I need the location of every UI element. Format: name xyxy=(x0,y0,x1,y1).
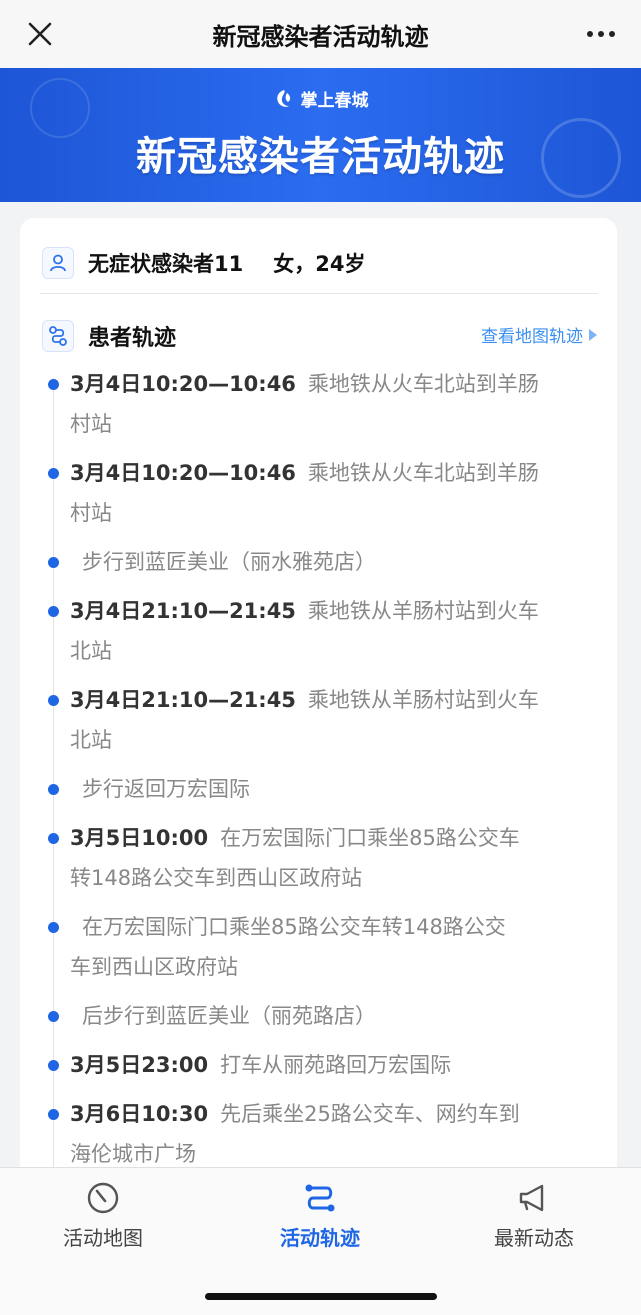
timeline-dot xyxy=(48,695,59,706)
close-icon xyxy=(28,22,52,46)
nav-bar: 新冠感染者活动轨迹 xyxy=(0,0,641,68)
timeline-description: 乘地铁从火车北站到羊肠 xyxy=(307,372,539,396)
timeline-description: 在万宏国际门口乘坐85路公交车 xyxy=(220,826,520,850)
timeline-time: 3月4日21:10—21:45 xyxy=(70,599,296,623)
patient-info: 女，24岁 xyxy=(273,252,366,276)
trajectory-card: 无症状感染者11 女，24岁 患者轨迹 查看地图轨迹 3月4日10:20—10:… xyxy=(20,218,617,1208)
timeline-time: 3月4日10:20—10:46 xyxy=(70,372,296,396)
megaphone-icon xyxy=(519,1184,544,1212)
timeline-time: 3月5日23:00 xyxy=(70,1053,209,1077)
banner-title: 新冠感染者活动轨迹 xyxy=(136,134,505,180)
timeline-time: 3月6日10:30 xyxy=(70,1102,209,1126)
timeline-time: 3月4日21:10—21:45 xyxy=(70,688,296,712)
timeline-text: 在万宏国际门口乘坐85路公交车转148路公交车到西山区政府站 xyxy=(70,907,600,987)
timeline-text: 步行返回万宏国际 xyxy=(70,769,600,809)
timeline-description: 村站 xyxy=(70,412,112,436)
tab-label: 活动轨迹 xyxy=(280,1226,360,1250)
timeline-description: 海伦城市广场 xyxy=(70,1142,196,1166)
timeline-description: 后步行到蓝匠美业（丽苑路店） xyxy=(82,1004,376,1028)
home-indicator xyxy=(205,1293,437,1300)
section-header: 患者轨迹 xyxy=(42,319,176,353)
timeline-description: 转148路公交车到西山区政府站 xyxy=(70,866,363,890)
timeline-description: 车到西山区政府站 xyxy=(70,955,238,979)
timeline-text: 3月6日10:30 先后乘坐25路公交车、网约车到 海伦城市广场 xyxy=(70,1094,600,1174)
timeline-text: 3月4日21:10—21:45 乘地铁从羊肠村站到火车北站 xyxy=(70,591,600,671)
person-icon xyxy=(42,247,74,279)
timeline-time: 3月4日10:20—10:46 xyxy=(70,461,296,485)
timeline-dot xyxy=(48,833,59,844)
timeline-dot xyxy=(48,1011,59,1022)
view-map-link[interactable]: 查看地图轨迹 xyxy=(481,322,597,347)
page-title: 新冠感染者活动轨迹 xyxy=(212,22,429,51)
tab-latest-news[interactable]: 最新动态 xyxy=(434,1180,634,1251)
timeline-text: 步行到蓝匠美业（丽水雅苑店） xyxy=(70,542,600,582)
timeline-time: 3月5日10:00 xyxy=(70,826,209,850)
divider xyxy=(40,293,598,294)
timeline-text: 3月4日10:20—10:46 乘地铁从火车北站到羊肠村站 xyxy=(70,453,600,533)
section-title: 患者轨迹 xyxy=(88,326,177,351)
timeline-description: 乘地铁从羊肠村站到火车 xyxy=(307,688,539,712)
patient-row: 无症状感染者11 女，24岁 xyxy=(42,246,365,280)
timeline-description: 北站 xyxy=(70,728,112,752)
route-icon xyxy=(42,320,74,352)
timeline-description: 步行返回万宏国际 xyxy=(82,777,250,801)
timeline-text: 3月4日10:20—10:46 乘地铁从火车北站到羊肠村站 xyxy=(70,364,600,444)
tab-activity-track[interactable]: 活动轨迹 xyxy=(220,1180,420,1251)
timeline-description: 先后乘坐25路公交车、网约车到 xyxy=(220,1102,520,1126)
close-button[interactable] xyxy=(22,16,58,52)
more-icon xyxy=(587,31,615,37)
more-button[interactable] xyxy=(581,16,621,52)
tab-label: 最新动态 xyxy=(494,1226,574,1250)
timeline-description: 步行到蓝匠美业（丽水雅苑店） xyxy=(82,550,376,574)
timeline-description: 打车从丽苑路回万宏国际 xyxy=(220,1053,452,1077)
timeline-text: 3月5日23:00 打车从丽苑路回万宏国际 xyxy=(70,1045,600,1085)
header-banner: 掌上春城 新冠感染者活动轨迹 xyxy=(0,68,641,202)
timeline-dot xyxy=(48,784,59,795)
logo-icon xyxy=(276,89,290,107)
logo-text: 掌上春城 xyxy=(300,91,369,111)
timeline-dot xyxy=(48,606,59,617)
timeline-dot xyxy=(48,557,59,568)
timeline-dot xyxy=(48,468,59,479)
map-link-label: 查看地图轨迹 xyxy=(481,327,583,347)
timeline-description: 乘地铁从火车北站到羊肠 xyxy=(307,461,539,485)
timeline-description: 乘地铁从羊肠村站到火车 xyxy=(307,599,539,623)
timeline-description: 北站 xyxy=(70,639,112,663)
dial-icon xyxy=(87,1182,119,1214)
track-icon xyxy=(305,1184,335,1212)
timeline-dot xyxy=(48,922,59,933)
timeline-dot xyxy=(48,1109,59,1120)
timeline-description: 村站 xyxy=(70,501,112,525)
banner-logo: 掌上春城 xyxy=(0,86,641,111)
timeline-text: 后步行到蓝匠美业（丽苑路店） xyxy=(70,996,600,1036)
tab-label: 活动地图 xyxy=(63,1226,143,1250)
timeline-dot xyxy=(48,1060,59,1071)
timeline-dot xyxy=(48,379,59,390)
play-arrow-icon xyxy=(589,328,597,341)
timeline-text: 3月4日21:10—21:45 乘地铁从羊肠村站到火车北站 xyxy=(70,680,600,760)
timeline-description: 在万宏国际门口乘坐85路公交车转148路公交 xyxy=(82,915,506,939)
patient-name: 无症状感染者11 xyxy=(88,252,244,276)
tab-activity-map[interactable]: 活动地图 xyxy=(3,1180,203,1251)
timeline-text: 3月5日10:00 在万宏国际门口乘坐85路公交车转148路公交车到西山区政府站 xyxy=(70,818,600,898)
